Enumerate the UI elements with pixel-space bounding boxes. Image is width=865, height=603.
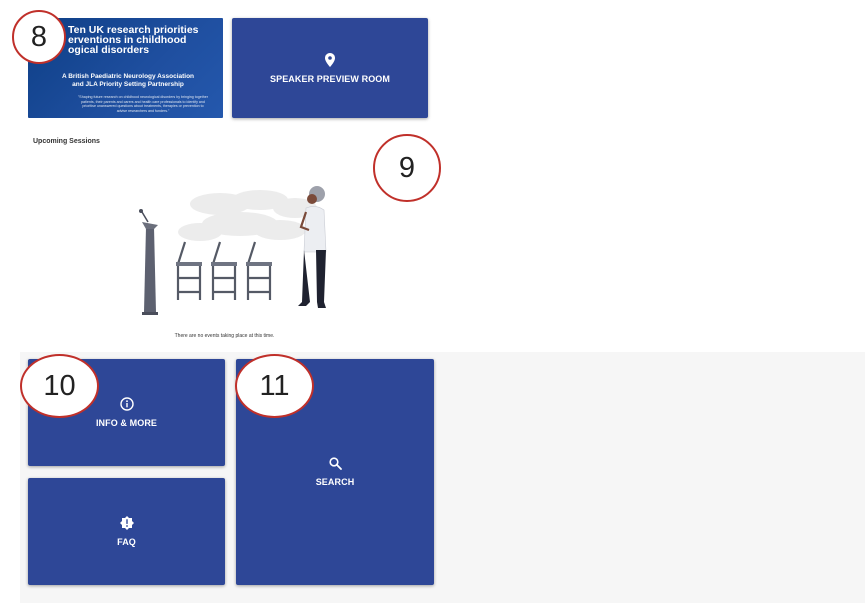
banner-quote: "Shaping future research on childhood ne… bbox=[78, 95, 208, 113]
marker-8: 8 bbox=[12, 10, 66, 64]
banner-subtitle-line-1: A British Paediatric Neurology Associati… bbox=[61, 73, 195, 80]
speaker-preview-room-label: SPEAKER PREVIEW ROOM bbox=[269, 73, 390, 84]
alert-badge-icon bbox=[119, 516, 134, 530]
banner-title-line-3: ogical disorders bbox=[68, 44, 150, 56]
banner-subtitle: A British Paediatric Neurology Associati… bbox=[58, 73, 198, 89]
info-circle-icon bbox=[119, 397, 134, 411]
faq-label: FAQ bbox=[117, 537, 136, 547]
marker-9: 9 bbox=[373, 134, 441, 202]
empty-events-illustration bbox=[139, 186, 327, 315]
search-icon bbox=[328, 457, 342, 470]
search-label: SEARCH bbox=[315, 477, 355, 487]
marker-11: 11 bbox=[235, 354, 314, 418]
speaker-preview-room-button[interactable]: SPEAKER PREVIEW ROOM bbox=[232, 18, 428, 118]
no-events-message: There are no events taking place at this… bbox=[174, 333, 275, 339]
banner-subtitle-line-2: and JLA Priority Setting Partnership bbox=[72, 81, 184, 88]
faq-button[interactable]: FAQ bbox=[28, 478, 225, 585]
info-and-more-label: INFO & MORE bbox=[95, 418, 158, 428]
banner-title: Ten UK research priorities erventions in… bbox=[68, 25, 223, 56]
marker-10: 10 bbox=[20, 354, 99, 418]
map-pin-icon bbox=[325, 52, 335, 67]
upcoming-sessions-title: Upcoming Sessions bbox=[33, 138, 100, 145]
upcoming-sessions-panel: Upcoming Sessions There are no events ta… bbox=[20, 127, 429, 352]
